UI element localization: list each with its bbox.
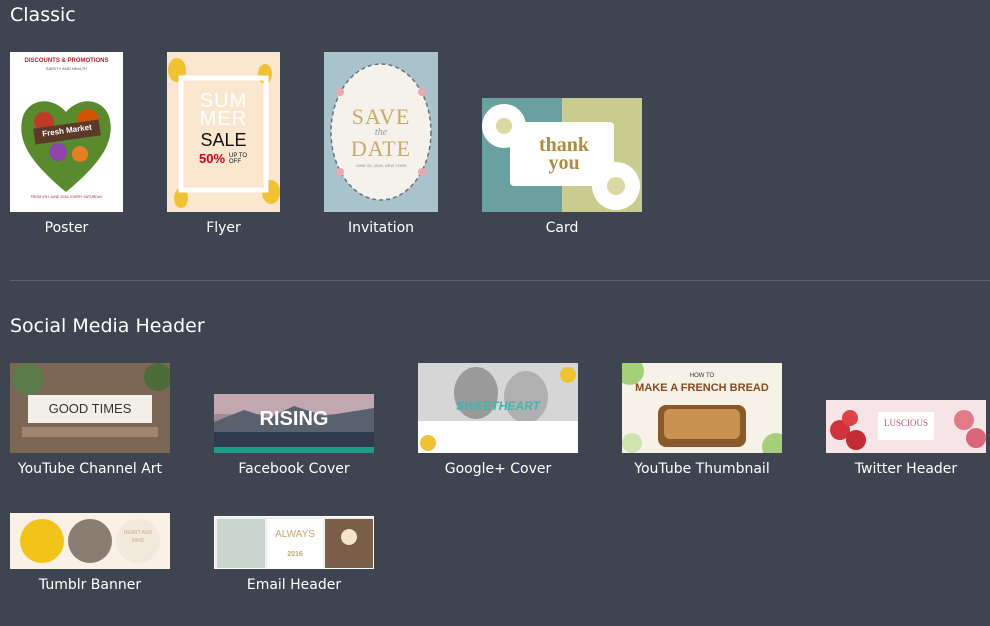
tumblr-banner-text: HEART AND MIND	[123, 530, 153, 544]
youtube-thumbnail-howto: HOW TO	[689, 373, 715, 379]
youtube-channel-art-thumbnail[interactable]: GOOD TIMES	[10, 363, 170, 453]
youtube-channel-art-text: GOOD TIMES	[48, 401, 132, 416]
flyer-text-mer: MER	[199, 108, 248, 130]
google-plus-cover-thumbnail[interactable]: SWEETHEART	[418, 363, 578, 453]
card-text-you: you	[548, 152, 580, 174]
flyer-text-percent: 50%	[199, 151, 226, 166]
label-flyer: Flyer	[206, 220, 241, 236]
template-youtube-thumbnail[interactable]: HOW TO MAKE A FRENCH BREAD YouTube Thumb…	[622, 363, 782, 481]
section-title-classic: Classic	[10, 4, 76, 26]
facebook-cover-text: RISING	[259, 408, 329, 430]
flyer-text-sale: SALE	[200, 130, 247, 150]
template-facebook-cover[interactable]: RISING Facebook Cover	[214, 394, 374, 481]
label-tumblr-banner: Tumblr Banner	[38, 577, 142, 593]
flyer-thumbnail[interactable]: SUM MER SALE 50% UP TO OFF	[167, 52, 280, 212]
twitter-header-thumbnail[interactable]: LUSCIOUS	[826, 400, 986, 453]
invitation-text-detail: JUNE 20, 2016, NEW YORK	[355, 163, 407, 168]
twitter-header-text: LUSCIOUS	[883, 418, 928, 428]
invitation-thumbnail[interactable]: SAVE the DATE JUNE 20, 2016, NEW YORK	[324, 52, 438, 212]
template-youtube-channel-art[interactable]: GOOD TIMES YouTube Channel Art	[10, 363, 170, 481]
template-tumblr-banner[interactable]: HEART AND MIND Tumblr Banner	[10, 513, 170, 597]
youtube-thumbnail-thumbnail[interactable]: HOW TO MAKE A FRENCH BREAD	[622, 363, 782, 453]
label-twitter-header: Twitter Header	[854, 461, 958, 477]
poster-footer-text: FROM 4TH JUNE 2016, EVERY SATURDAY	[30, 195, 103, 199]
email-header-text-year: 2016	[287, 551, 303, 558]
label-poster: Poster	[44, 220, 89, 236]
label-youtube-thumbnail: YouTube Thumbnail	[634, 461, 770, 477]
label-email-header: Email Header	[246, 577, 342, 593]
poster-thumbnail[interactable]: DISCOUNTS & PROMOTIONS SAFETY AND HEALTH…	[10, 52, 123, 212]
email-header-illustration	[217, 519, 373, 568]
facebook-cover-thumbnail[interactable]: RISING	[214, 394, 374, 453]
label-facebook-cover: Facebook Cover	[238, 461, 350, 477]
template-flyer[interactable]: SUM MER SALE 50% UP TO OFF Flyer	[167, 52, 280, 240]
label-google-plus-cover: Google+ Cover	[444, 461, 552, 477]
google-plus-cover-text: SWEETHEART	[456, 399, 540, 413]
template-invitation[interactable]: SAVE the DATE JUNE 20, 2016, NEW YORK In…	[324, 52, 438, 240]
template-card[interactable]: thank you Card	[482, 98, 642, 240]
label-invitation: Invitation	[347, 220, 415, 236]
section-title-social: Social Media Header	[10, 315, 205, 337]
template-google-plus-cover[interactable]: SWEETHEART Google+ Cover	[418, 363, 578, 481]
email-header-text-always: ALWAYS	[275, 529, 315, 540]
label-youtube-channel-art: YouTube Channel Art	[17, 461, 163, 477]
invitation-text-date: DATE	[350, 136, 412, 161]
youtube-thumbnail-text: MAKE A FRENCH BREAD	[635, 382, 769, 394]
section-divider	[10, 280, 990, 281]
template-email-header[interactable]: ALWAYS 2016 Email Header	[214, 516, 374, 597]
template-twitter-header[interactable]: LUSCIOUS Twitter Header	[826, 400, 986, 481]
tumblr-banner-thumbnail[interactable]: HEART AND MIND	[10, 513, 170, 569]
template-poster[interactable]: DISCOUNTS & PROMOTIONS SAFETY AND HEALTH…	[10, 52, 123, 240]
flyer-text-upto: UP TO OFF	[229, 153, 248, 165]
email-header-thumbnail[interactable]: ALWAYS 2016	[214, 516, 374, 569]
label-card: Card	[545, 220, 579, 236]
card-thumbnail[interactable]: thank you	[482, 98, 642, 212]
